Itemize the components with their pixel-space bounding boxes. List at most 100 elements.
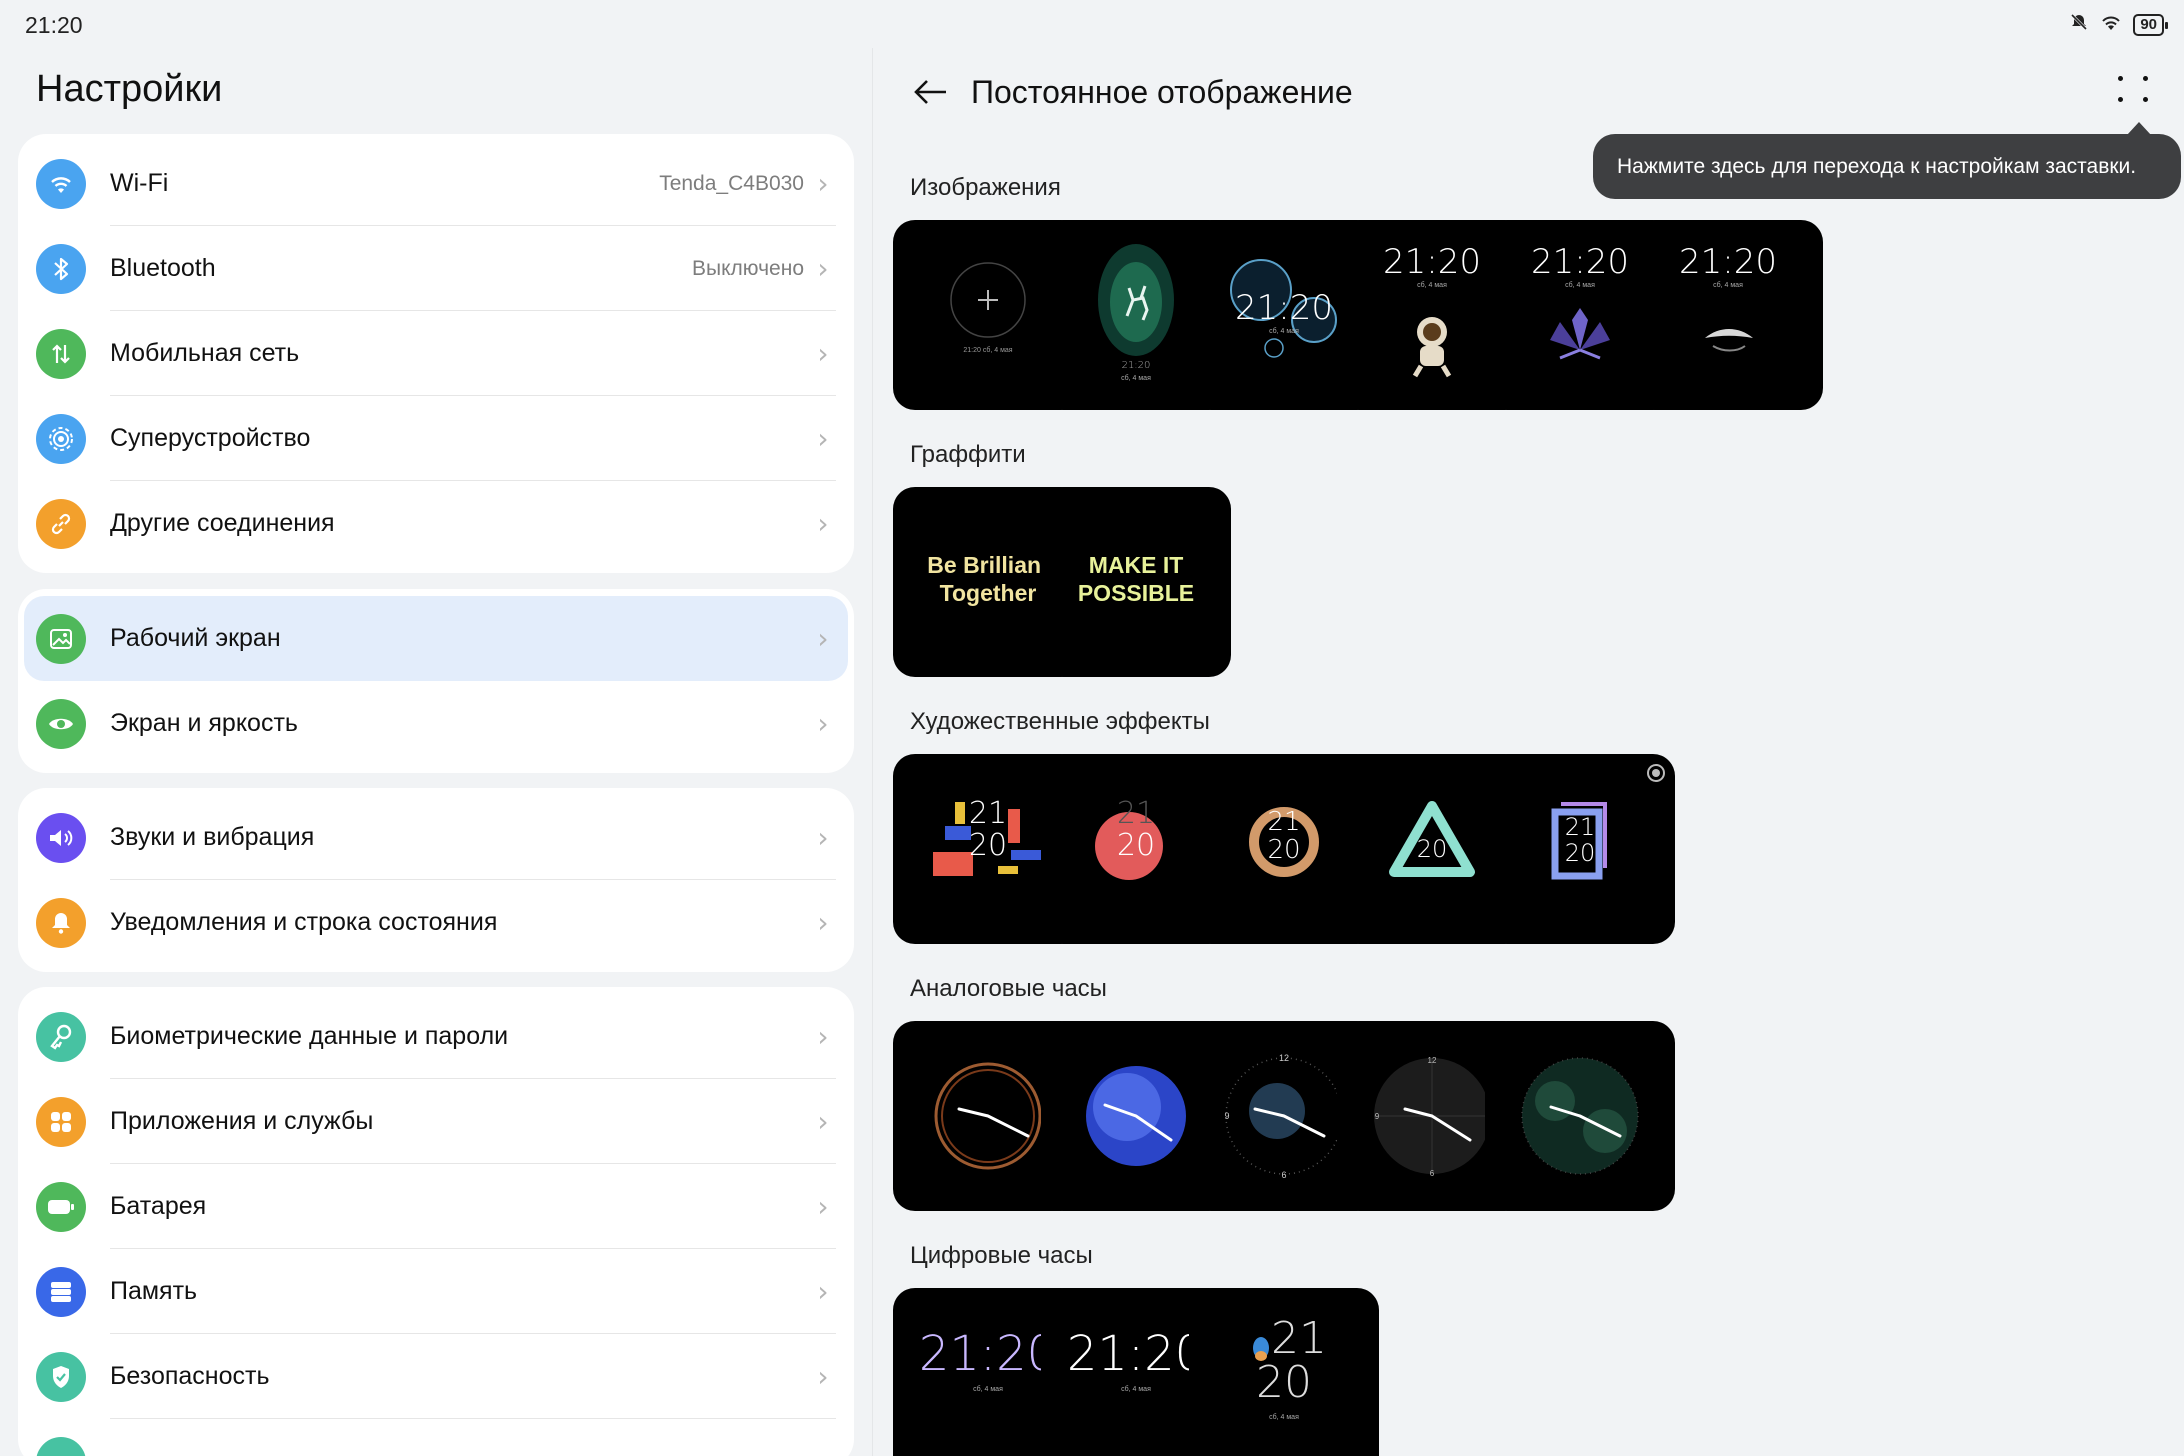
chevron-right-icon: › bbox=[817, 622, 829, 655]
tooltip[interactable]: Нажмите здесь для перехода к настройкам … bbox=[1593, 122, 2181, 199]
apps-icon bbox=[36, 1096, 86, 1147]
chevron-right-icon: › bbox=[817, 821, 829, 854]
status-bar: 21:20 90 bbox=[0, 0, 2184, 48]
settings-item-value: Выключено bbox=[692, 256, 804, 280]
section-title-images: Изображения bbox=[910, 174, 1061, 201]
chevron-right-icon: › bbox=[817, 1360, 829, 1393]
battery-icon bbox=[36, 1181, 86, 1232]
svg-text:6: 6 bbox=[1430, 1169, 1435, 1178]
settings-item-partial[interactable] bbox=[24, 1419, 848, 1456]
svg-text:9: 9 bbox=[1224, 1111, 1229, 1121]
settings-item-storage[interactable]: Память › bbox=[24, 1249, 848, 1334]
aod-image-feather[interactable]: 21:20 сб, 4 мая bbox=[1633, 220, 1823, 410]
home-screen-icon bbox=[36, 613, 86, 664]
wifi-icon bbox=[36, 158, 86, 209]
settings-item-superdevice[interactable]: Суперустройство › bbox=[24, 396, 848, 481]
wifi-status-icon bbox=[2099, 12, 2123, 38]
chevron-right-icon: › bbox=[817, 707, 829, 740]
storage-icon bbox=[36, 1266, 86, 1317]
bluetooth-icon bbox=[36, 243, 86, 294]
aod-digital-bird[interactable]: 21 20 сб, 4 мая bbox=[1189, 1288, 1379, 1456]
section-title-analog-clocks: Аналоговые часы bbox=[910, 975, 1107, 1002]
art-minute: 20 bbox=[1564, 839, 1596, 867]
settings-item-label: Суперустройство bbox=[110, 424, 311, 452]
settings-group-connections: Wi-Fi Tenda_C4B030 › Bluetooth Выключено… bbox=[18, 134, 854, 573]
more-options-icon[interactable] bbox=[2116, 72, 2150, 106]
aod-graffiti-make-it-possible[interactable]: MAKE IT POSSIBLE bbox=[1041, 487, 1231, 677]
back-arrow-icon[interactable] bbox=[909, 70, 953, 114]
settings-title: Настройки bbox=[36, 68, 223, 110]
tile-date: сб, 4 мая bbox=[1713, 282, 1743, 289]
analog-clock-leaves bbox=[1521, 1057, 1639, 1175]
settings-pane: Настройки Wi-Fi Tenda_C4B030 › Bluetooth… bbox=[0, 48, 872, 1456]
settings-item-label: Уведомления и строка состояния bbox=[110, 908, 498, 936]
settings-item-label: Биометрические данные и пароли bbox=[110, 1022, 509, 1050]
settings-item-label: Безопасность bbox=[110, 1362, 270, 1390]
aod-analog-leaves[interactable] bbox=[1485, 1021, 1675, 1211]
battery-indicator: 90 bbox=[2133, 14, 2168, 36]
settings-item-apps[interactable]: Приложения и службы › bbox=[24, 1079, 848, 1164]
chevron-right-icon: › bbox=[817, 167, 829, 200]
settings-item-label: Приложения и службы bbox=[110, 1107, 374, 1135]
settings-item-home-screen[interactable]: Рабочий экран › bbox=[24, 596, 848, 681]
graffiti-text: MAKE IT POSSIBLE bbox=[1077, 552, 1195, 606]
always-on-display-pane: Постоянное отображение Изображения Графф… bbox=[873, 48, 2184, 1456]
settings-item-label: Другие соединения bbox=[110, 509, 335, 537]
speaker-icon bbox=[36, 812, 86, 863]
settings-item-label: Память bbox=[110, 1277, 198, 1305]
svg-text:9: 9 bbox=[1375, 1112, 1380, 1121]
tile-time: 21:20 bbox=[1679, 242, 1777, 282]
digital-minute: 20 bbox=[1256, 1357, 1312, 1408]
settings-item-battery[interactable]: Батарея › bbox=[24, 1164, 848, 1249]
settings-item-mobile-network[interactable]: Мобильная сеть › bbox=[24, 311, 848, 396]
chevron-right-icon: › bbox=[817, 906, 829, 939]
page-title: Постоянное отображение bbox=[971, 74, 1353, 110]
settings-item-value: Tenda_C4B030 bbox=[659, 171, 804, 195]
settings-item-security[interactable]: Безопасность › bbox=[24, 1334, 848, 1419]
art-hour: 21 bbox=[1564, 813, 1596, 841]
settings-item-wifi[interactable]: Wi-Fi Tenda_C4B030 › bbox=[24, 141, 848, 226]
section-title-art-effects: Художественные эффекты bbox=[910, 708, 1210, 735]
status-time: 21:20 bbox=[25, 12, 83, 38]
link-icon bbox=[36, 498, 86, 549]
settings-item-biometrics[interactable]: Биометрические данные и пароли › bbox=[24, 994, 848, 1079]
chevron-right-icon: › bbox=[817, 1190, 829, 1223]
settings-group-display: Рабочий экран › Экран и яркость › bbox=[18, 589, 854, 773]
chevron-right-icon: › bbox=[817, 252, 829, 285]
bell-icon bbox=[36, 897, 86, 948]
chevron-right-icon: › bbox=[817, 1275, 829, 1308]
chevron-right-icon: › bbox=[817, 507, 829, 540]
settings-item-other-connections[interactable]: Другие соединения › bbox=[24, 481, 848, 566]
eye-icon bbox=[36, 698, 86, 749]
aod-art-square[interactable]: 21 20 bbox=[1485, 754, 1675, 944]
settings-item-notifications[interactable]: Уведомления и строка состояния › bbox=[24, 880, 848, 965]
shield-icon bbox=[36, 1351, 86, 1402]
dynamic-badge-icon bbox=[1647, 764, 1665, 782]
superdevice-icon bbox=[36, 413, 86, 464]
settings-item-label: Мобильная сеть bbox=[110, 339, 300, 367]
settings-item-icon bbox=[36, 1436, 86, 1456]
settings-item-bluetooth[interactable]: Bluetooth Выключено › bbox=[24, 226, 848, 311]
key-icon bbox=[36, 1011, 86, 1062]
settings-item-label: Звуки и вибрация bbox=[110, 823, 315, 851]
settings-item-label: Рабочий экран bbox=[110, 624, 281, 652]
digital-hour: 21 bbox=[1271, 1313, 1327, 1364]
settings-item-label: Батарея bbox=[110, 1192, 207, 1220]
settings-group-sound: Звуки и вибрация › Уведомления и строка … bbox=[18, 788, 854, 972]
settings-item-sounds[interactable]: Звуки и вибрация › bbox=[24, 795, 848, 880]
settings-item-label: Bluetooth bbox=[110, 254, 216, 282]
settings-group-system: Биометрические данные и пароли › Приложе… bbox=[18, 987, 854, 1456]
chevron-right-icon: › bbox=[817, 422, 829, 455]
chevron-right-icon: › bbox=[817, 1020, 829, 1053]
settings-item-label: Экран и яркость bbox=[110, 709, 298, 737]
settings-item-label: Wi-Fi bbox=[110, 169, 169, 197]
section-title-digital-clocks: Цифровые часы bbox=[910, 1242, 1093, 1269]
settings-item-display-brightness[interactable]: Экран и яркость › bbox=[24, 681, 848, 766]
chevron-right-icon: › bbox=[817, 337, 829, 370]
svg-text:12: 12 bbox=[1428, 1056, 1437, 1065]
status-icons: 90 bbox=[2069, 12, 2168, 38]
chevron-right-icon: › bbox=[817, 1105, 829, 1138]
tile-date: сб, 4 мая bbox=[1269, 1414, 1299, 1421]
svg-text:6: 6 bbox=[1281, 1170, 1286, 1180]
mute-icon bbox=[2069, 12, 2089, 38]
